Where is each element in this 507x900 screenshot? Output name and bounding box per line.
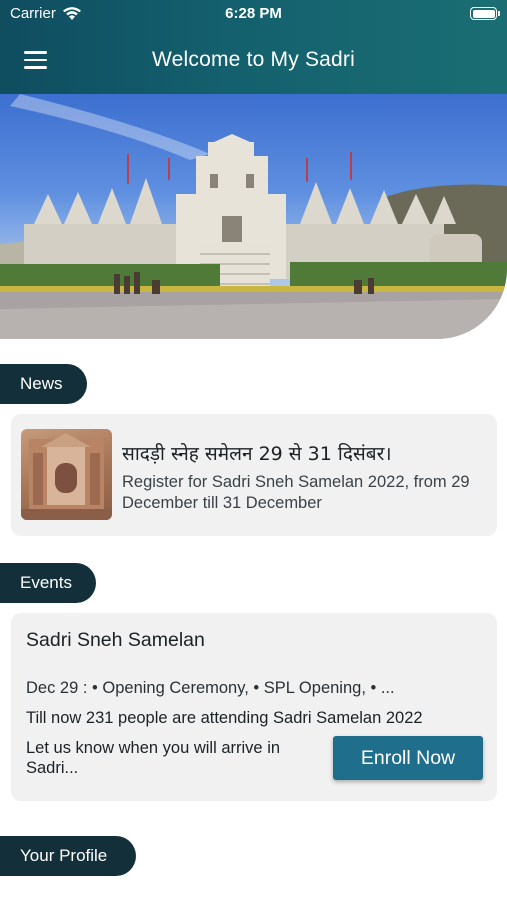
temple-banner-image xyxy=(0,94,507,339)
news-title: सादड़ी स्नेह समेलन 29 से 31 दिसंबर। xyxy=(122,443,392,465)
news-card[interactable]: सादड़ी स्नेह समेलन 29 से 31 दिसंबर। Regi… xyxy=(11,414,497,536)
news-body: Register for Sadri Sneh Samelan 2022, fr… xyxy=(122,473,470,512)
battery-icon xyxy=(470,7,500,20)
profile-section-label: Your Profile xyxy=(0,836,136,876)
page-title: Welcome to My Sadri xyxy=(152,48,355,71)
event-name: Sadri Sneh Samelan xyxy=(26,629,205,651)
event-schedule: Dec 29 : • Opening Ceremony, • SPL Openi… xyxy=(26,679,395,697)
event-card: Sadri Sneh Samelan Dec 29 : • Opening Ce… xyxy=(11,613,497,801)
news-thumbnail-image xyxy=(21,429,112,520)
event-attendance: Till now 231 people are attending Sadri … xyxy=(26,709,423,727)
enroll-now-button[interactable]: Enroll Now xyxy=(333,736,483,780)
status-time: 6:28 PM xyxy=(225,5,282,22)
news-section-label: News xyxy=(0,364,87,404)
app-header: Carrier 6:28 PM Welcome to My Sadri xyxy=(0,0,507,94)
event-arrival-prompt: Let us know when you will arrive in Sadr… xyxy=(26,739,281,777)
events-section-label: Events xyxy=(0,563,96,603)
status-bar: Carrier 6:28 PM xyxy=(0,0,507,28)
